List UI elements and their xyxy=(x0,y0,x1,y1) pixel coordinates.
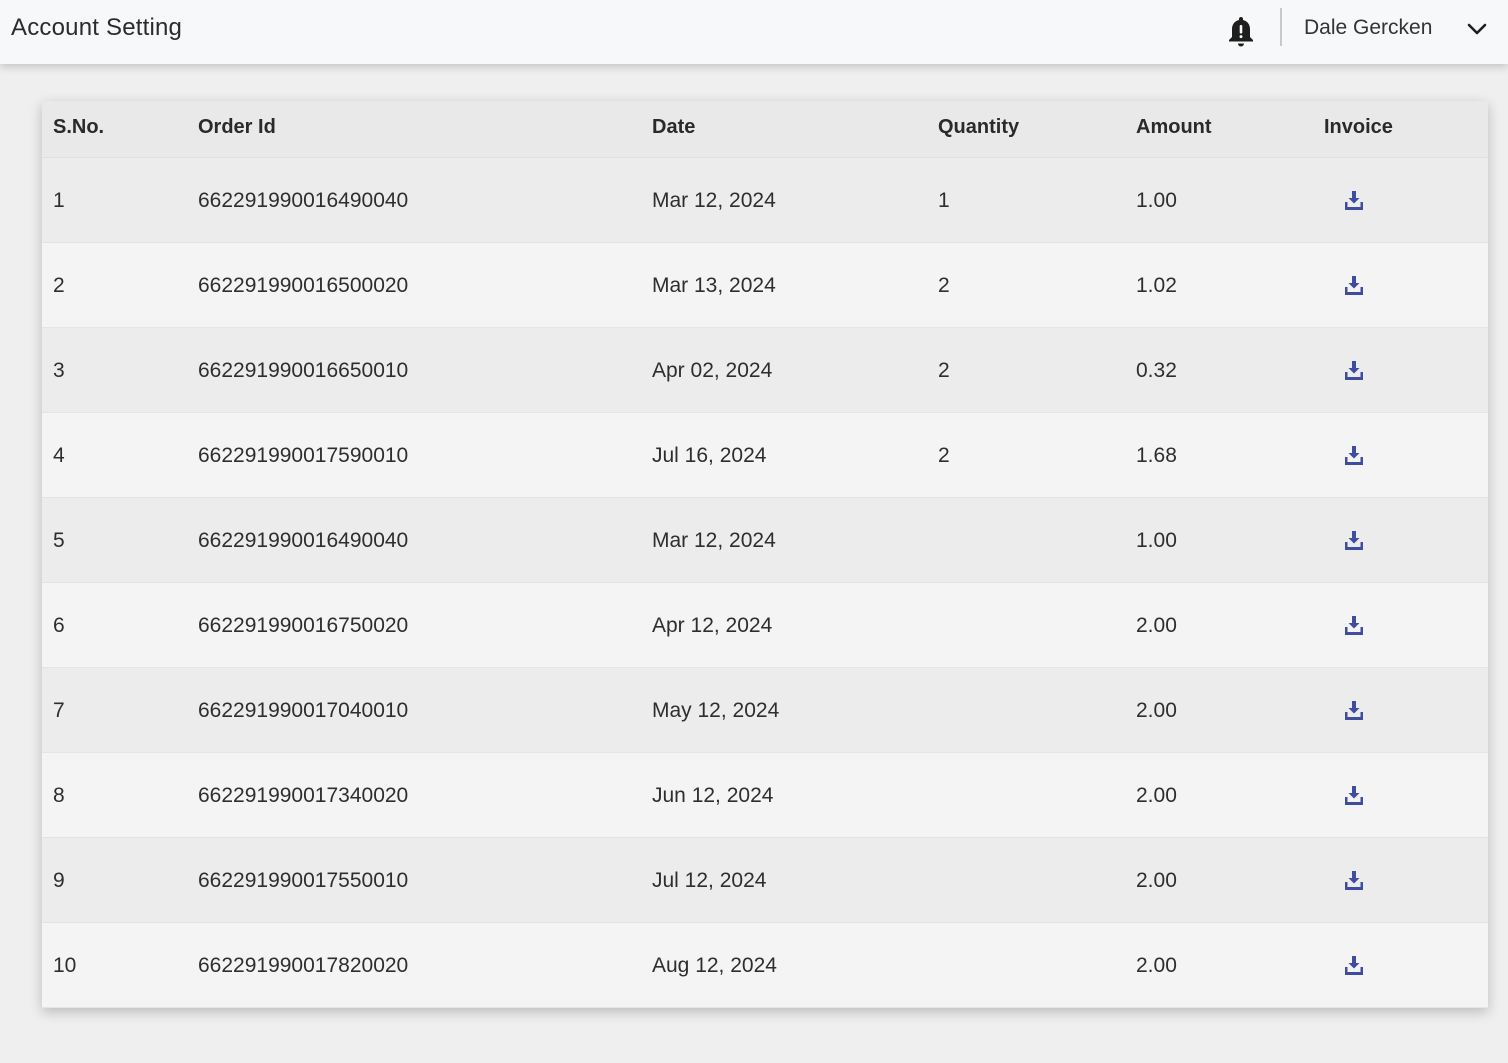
download-icon[interactable] xyxy=(1344,870,1364,890)
cell-sno: 3 xyxy=(53,359,65,382)
orders-table-card: S.No. Order Id Date Quantity Amount Invo… xyxy=(42,101,1488,1008)
cell-date: Apr 12, 2024 xyxy=(652,614,773,637)
cell-sno: 2 xyxy=(53,274,65,297)
cell-date: Mar 12, 2024 xyxy=(652,529,776,552)
cell-order-id: 662291990017040010 xyxy=(198,699,409,722)
download-icon[interactable] xyxy=(1344,955,1364,975)
cell-sno: 4 xyxy=(53,444,65,467)
cell-date: Aug 12, 2024 xyxy=(652,954,777,977)
cell-order-id: 662291990016650010 xyxy=(198,359,409,382)
cell-sno: 8 xyxy=(53,784,65,807)
cell-order-id: 662291990017820020 xyxy=(198,954,409,977)
column-header-date: Date xyxy=(652,116,696,138)
table-row: 1 662291990016490040 Mar 12, 2024 1 1.00 xyxy=(42,158,1488,243)
cell-quantity: 1 xyxy=(938,189,950,212)
download-icon[interactable] xyxy=(1344,190,1364,210)
cell-amount: 1.00 xyxy=(1136,529,1177,552)
table-row: 10 662291990017820020 Aug 12, 2024 2.00 xyxy=(42,923,1488,1008)
cell-sno: 7 xyxy=(53,699,65,722)
cell-amount: 2.00 xyxy=(1136,954,1177,977)
cell-date: Jul 12, 2024 xyxy=(652,869,767,892)
download-icon[interactable] xyxy=(1344,360,1364,380)
cell-amount: 2.00 xyxy=(1136,869,1177,892)
cell-amount: 1.02 xyxy=(1136,274,1177,297)
column-header-sno: S.No. xyxy=(53,116,105,138)
cell-date: Mar 13, 2024 xyxy=(652,274,776,297)
download-icon[interactable] xyxy=(1344,530,1364,550)
cell-order-id: 662291990017550010 xyxy=(198,869,409,892)
cell-quantity: 2 xyxy=(938,444,950,467)
column-header-order-id: Order Id xyxy=(198,116,276,138)
table-row: 7 662291990017040010 May 12, 2024 2.00 xyxy=(42,668,1488,753)
column-header-amount: Amount xyxy=(1136,116,1212,138)
table-row: 2 662291990016500020 Mar 13, 2024 2 1.02 xyxy=(42,243,1488,328)
cell-sno: 9 xyxy=(53,869,65,892)
table-row: 5 662291990016490040 Mar 12, 2024 1.00 xyxy=(42,498,1488,583)
table-header: S.No. Order Id Date Quantity Amount Invo… xyxy=(42,101,1488,158)
table-row: 8 662291990017340020 Jun 12, 2024 2.00 xyxy=(42,753,1488,838)
download-icon[interactable] xyxy=(1344,785,1364,805)
cell-date: Jun 12, 2024 xyxy=(652,784,774,807)
user-name[interactable]: Dale Gercken xyxy=(1304,16,1432,40)
table-row: 9 662291990017550010 Jul 12, 2024 2.00 xyxy=(42,838,1488,923)
table-row: 3 662291990016650010 Apr 02, 2024 2 0.32 xyxy=(42,328,1488,413)
cell-sno: 5 xyxy=(53,529,65,552)
cell-order-id: 662291990017590010 xyxy=(198,444,409,467)
cell-quantity: 2 xyxy=(938,274,950,297)
cell-date: Apr 02, 2024 xyxy=(652,359,773,382)
cell-order-id: 662291990017340020 xyxy=(198,784,409,807)
download-icon[interactable] xyxy=(1344,700,1364,720)
cell-amount: 2.00 xyxy=(1136,699,1177,722)
cell-sno: 6 xyxy=(53,614,65,637)
cell-order-id: 662291990016490040 xyxy=(198,529,409,552)
cell-amount: 1.68 xyxy=(1136,444,1177,467)
cell-order-id: 662291990016750020 xyxy=(198,614,409,637)
cell-date: May 12, 2024 xyxy=(652,699,780,722)
download-icon[interactable] xyxy=(1344,445,1364,465)
cell-quantity: 2 xyxy=(938,359,950,382)
chevron-down-icon[interactable] xyxy=(1466,21,1488,37)
cell-amount: 0.32 xyxy=(1136,359,1177,382)
cell-sno: 10 xyxy=(53,954,77,977)
column-header-quantity: Quantity xyxy=(938,116,1020,138)
top-bar: Account Setting Dale Gercken xyxy=(0,0,1508,64)
cell-amount: 2.00 xyxy=(1136,614,1177,637)
column-header-invoice: Invoice xyxy=(1324,116,1393,138)
cell-date: Mar 12, 2024 xyxy=(652,189,776,212)
table-row: 6 662291990016750020 Apr 12, 2024 2.00 xyxy=(42,583,1488,668)
cell-order-id: 662291990016490040 xyxy=(198,189,409,212)
cell-sno: 1 xyxy=(53,189,65,212)
download-icon[interactable] xyxy=(1344,615,1364,635)
table-row: 4 662291990017590010 Jul 16, 2024 2 1.68 xyxy=(42,413,1488,498)
cell-amount: 1.00 xyxy=(1136,189,1177,212)
cell-order-id: 662291990016500020 xyxy=(198,274,409,297)
cell-amount: 2.00 xyxy=(1136,784,1177,807)
header-divider xyxy=(1280,8,1282,46)
page-title: Account Setting xyxy=(11,14,183,41)
cell-date: Jul 16, 2024 xyxy=(652,444,767,467)
bell-alert-icon[interactable] xyxy=(1226,15,1256,49)
download-icon[interactable] xyxy=(1344,275,1364,295)
